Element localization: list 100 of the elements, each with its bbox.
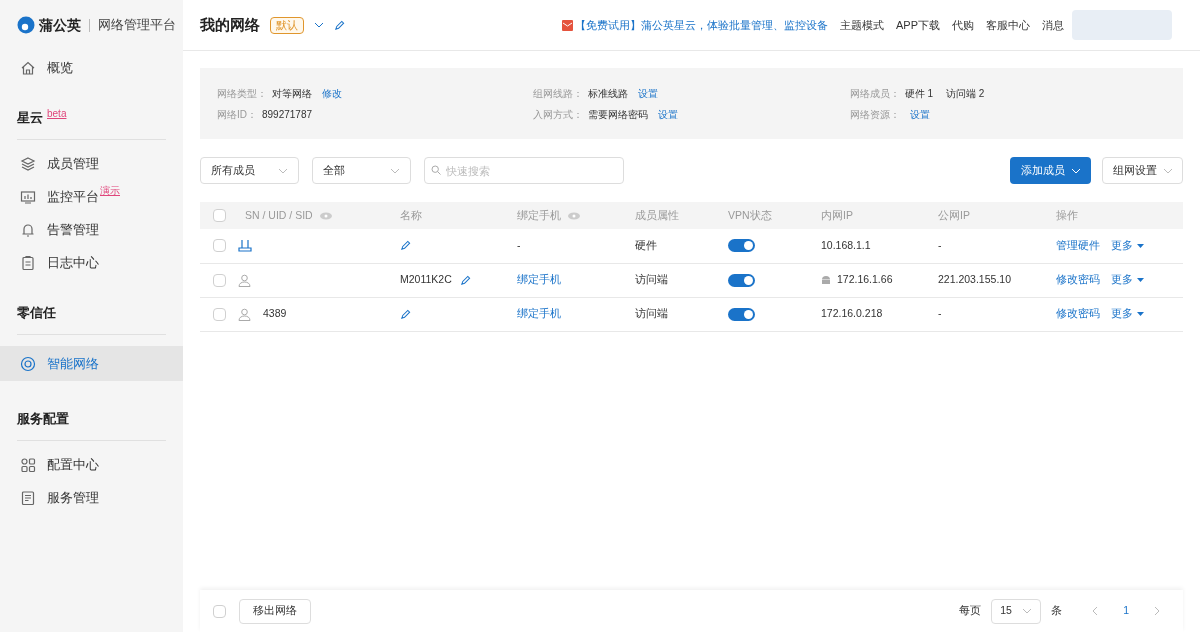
add-member-button[interactable]: 添加成员 bbox=[1010, 157, 1091, 184]
section-title: 服务配置 bbox=[17, 409, 69, 428]
checkbox[interactable] bbox=[213, 239, 226, 253]
chevron-down-icon bbox=[278, 167, 288, 174]
info-link[interactable]: 设置 bbox=[658, 106, 679, 122]
header-link[interactable]: 代购 bbox=[952, 16, 974, 34]
column-header: SN / UID / SID bbox=[245, 207, 313, 223]
monitor-icon bbox=[20, 188, 36, 205]
table-cell: 访问端 bbox=[635, 273, 668, 286]
table-cell: M2011K2C bbox=[400, 272, 452, 288]
section-title: 零信任 bbox=[17, 303, 56, 322]
vpn-toggle[interactable] bbox=[728, 273, 755, 287]
caret-icon bbox=[1137, 243, 1144, 248]
checkbox[interactable] bbox=[213, 209, 226, 222]
column-header: 操作 bbox=[1056, 207, 1078, 223]
info-label: 入网方式： bbox=[533, 107, 584, 122]
action-link[interactable]: 修改密码 bbox=[1056, 306, 1100, 322]
header-link[interactable]: 客服中心 bbox=[986, 16, 1030, 34]
info-label: 网络资源： bbox=[849, 107, 900, 122]
checkbox[interactable] bbox=[213, 273, 226, 287]
action-link[interactable]: 管理硬件 bbox=[1056, 237, 1100, 254]
sidebar-item[interactable]: 日志中心 bbox=[0, 246, 183, 279]
member-filter[interactable]: 所有成员 bbox=[200, 157, 299, 184]
info-label: 组网线路： bbox=[533, 86, 584, 101]
column-header: 成员属性 bbox=[635, 207, 679, 223]
info-label: 网络ID： bbox=[217, 107, 257, 122]
default-tag: 默认 bbox=[270, 16, 304, 34]
info-label: 网络成员： bbox=[849, 86, 900, 101]
search-icon bbox=[431, 165, 441, 175]
info-link[interactable]: 设置 bbox=[638, 85, 659, 101]
chevron-down-icon bbox=[1162, 167, 1173, 174]
pencil-icon[interactable] bbox=[459, 274, 471, 286]
pencil-icon[interactable] bbox=[400, 240, 411, 252]
sidebar-item[interactable]: 概览 bbox=[0, 51, 183, 84]
chevron-down-icon bbox=[390, 167, 400, 174]
section-title: 星云 bbox=[17, 108, 43, 127]
remove-button[interactable]: 移出网络 bbox=[239, 598, 311, 624]
more-menu[interactable]: 更多 bbox=[1111, 306, 1144, 322]
sidebar-item[interactable]: 配置中心 bbox=[0, 448, 183, 481]
info-value: 标准线路 bbox=[588, 86, 629, 101]
more-menu[interactable]: 更多 bbox=[1111, 272, 1144, 288]
brand-name: 蒲公英 bbox=[39, 15, 81, 35]
table-cell: 4389 bbox=[263, 306, 287, 322]
brand-subtitle: 网络管理平台 bbox=[98, 16, 176, 35]
network-settings-button[interactable]: 组网设置 bbox=[1102, 157, 1183, 184]
vpn-toggle[interactable] bbox=[728, 239, 755, 253]
chevron-down-icon bbox=[314, 22, 324, 28]
chevron-down-icon bbox=[1022, 608, 1033, 614]
info-value: 899271787 bbox=[262, 107, 313, 122]
eye-icon[interactable] bbox=[568, 211, 580, 220]
grid-icon bbox=[20, 456, 36, 473]
chevron-down-icon bbox=[1070, 167, 1081, 174]
more-menu[interactable]: 更多 bbox=[1111, 237, 1144, 254]
column-header: 名称 bbox=[400, 207, 422, 223]
column-header: 绑定手机 bbox=[517, 207, 561, 223]
info-value: 需要网络密码 bbox=[588, 107, 649, 122]
checkbox[interactable] bbox=[213, 307, 226, 321]
status-filter[interactable]: 全部 bbox=[312, 157, 411, 184]
checkbox[interactable] bbox=[213, 604, 226, 618]
beta-label: beta bbox=[47, 107, 67, 121]
layers-icon bbox=[20, 155, 36, 172]
unit-label: 条 bbox=[1051, 603, 1063, 619]
pencil-icon[interactable] bbox=[400, 308, 411, 320]
table-cell: 172.16.0.218 bbox=[821, 306, 883, 322]
caret-icon bbox=[1137, 278, 1144, 282]
page-link[interactable]: 1 bbox=[1123, 603, 1129, 619]
info-link[interactable]: 修改 bbox=[322, 85, 342, 101]
table-cell-text: 10.168.1.1 bbox=[821, 237, 871, 253]
caret-icon bbox=[1137, 312, 1144, 316]
clipboard-icon bbox=[20, 254, 36, 271]
search-field[interactable]: 快速搜索 bbox=[424, 157, 624, 184]
header-link[interactable]: 主题模式 bbox=[840, 16, 884, 34]
per-page-label: 每页 bbox=[959, 603, 982, 619]
page-title: 我的网络 bbox=[200, 14, 260, 35]
header-link[interactable]: APP下载 bbox=[896, 16, 940, 34]
sidebar-item[interactable]: 成员管理 bbox=[0, 147, 183, 180]
table-cell: - bbox=[517, 238, 521, 251]
info-label: 网络类型： bbox=[217, 86, 267, 101]
column-header: VPN状态 bbox=[728, 207, 772, 223]
bind-phone-link[interactable]: 绑定手机 bbox=[517, 273, 561, 286]
header-link[interactable]: 消息 bbox=[1042, 16, 1064, 34]
sidebar-item[interactable]: 智能网络 bbox=[0, 346, 183, 381]
column-header: 内网IP bbox=[821, 207, 853, 223]
table-cell: - bbox=[938, 238, 942, 251]
promo-link[interactable]: 【免费试用】蒲公英星云，体验批量管理、监控设备 bbox=[575, 16, 828, 34]
next-icon[interactable] bbox=[1154, 606, 1160, 616]
info-link[interactable]: 设置 bbox=[909, 106, 930, 122]
eye-icon[interactable] bbox=[319, 211, 332, 220]
info-value: 硬件 1 bbox=[904, 86, 933, 101]
sidebar-item[interactable]: 告警管理 bbox=[0, 213, 183, 246]
page-size-select[interactable]: 15 bbox=[991, 598, 1042, 624]
pencil-icon[interactable] bbox=[334, 19, 345, 31]
bind-phone-link[interactable]: 绑定手机 bbox=[517, 307, 561, 320]
previous-icon[interactable] bbox=[1092, 606, 1099, 616]
home-icon bbox=[20, 59, 36, 76]
vpn-toggle[interactable] bbox=[728, 307, 755, 321]
demo-label: 演示 bbox=[100, 184, 120, 198]
table-cell: - bbox=[938, 307, 942, 320]
sidebar-item[interactable]: 服务管理 bbox=[0, 481, 183, 514]
action-link[interactable]: 修改密码 bbox=[1056, 272, 1100, 288]
